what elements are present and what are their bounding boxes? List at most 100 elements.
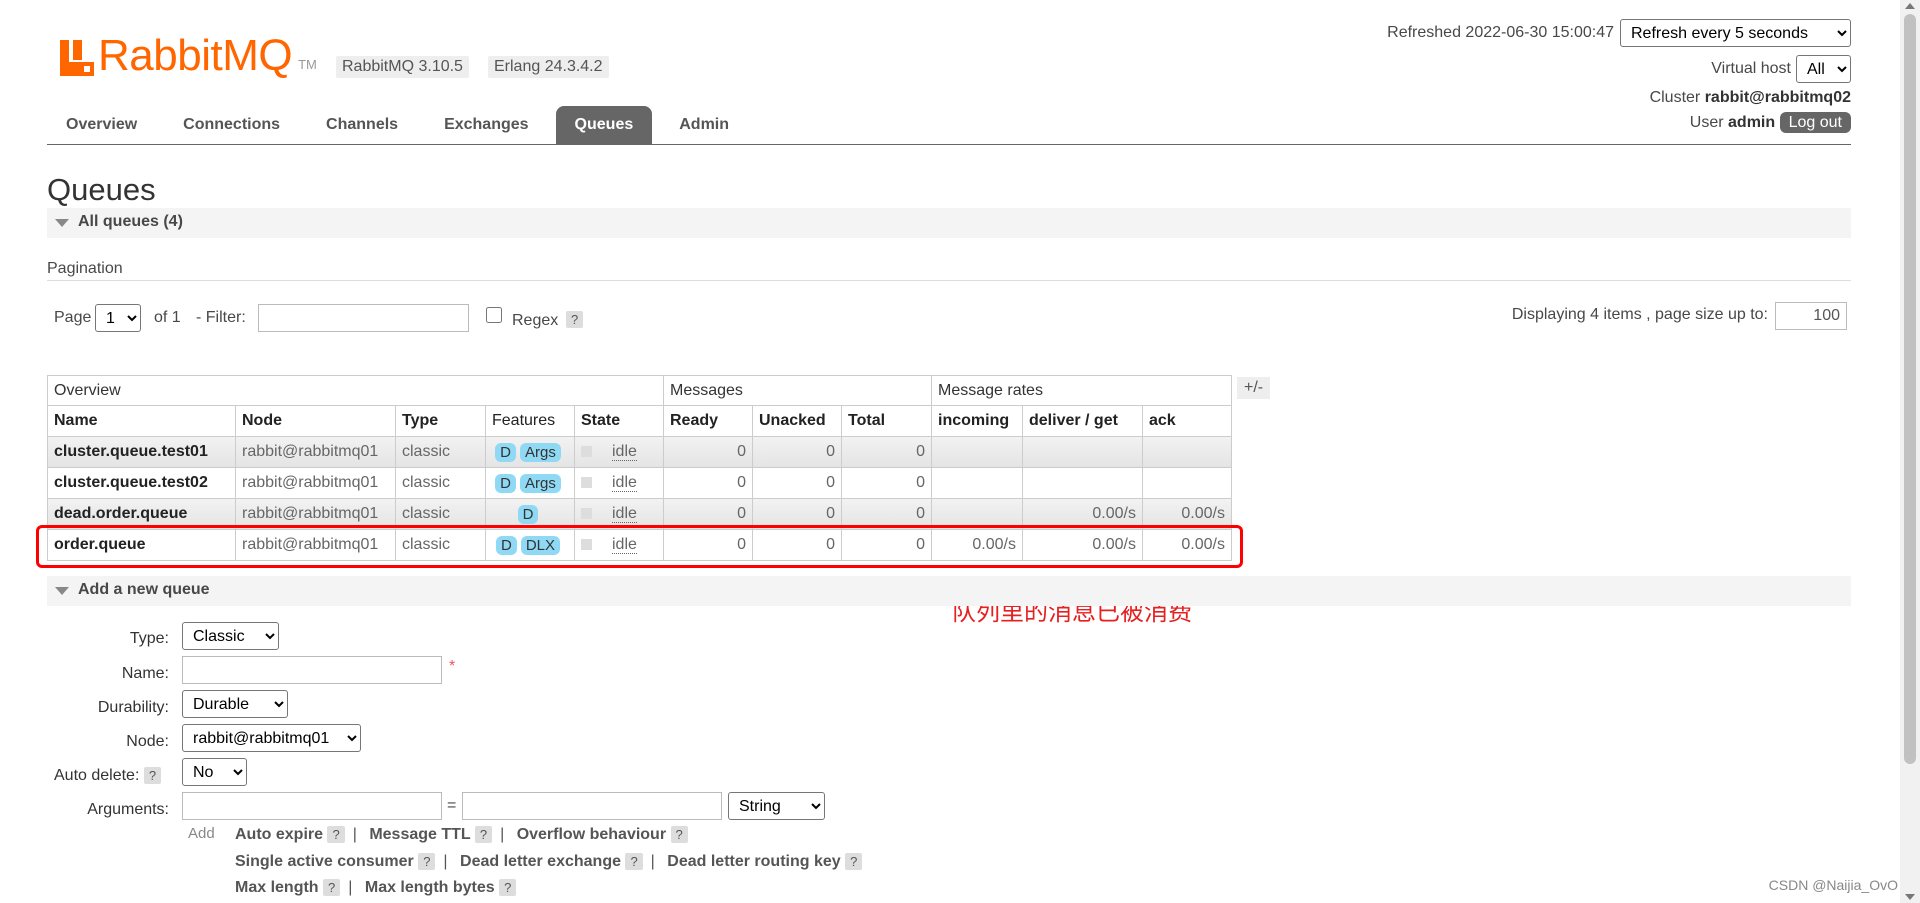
scrollbar-thumb[interactable]: [1904, 14, 1916, 764]
scroll-up-icon[interactable]: [1905, 3, 1915, 9]
rabbit-logo-icon: [60, 40, 94, 76]
column-toggle-button[interactable]: +/-: [1237, 377, 1271, 399]
regex-checkbox[interactable]: [486, 307, 502, 323]
arg-single-active-consumer-link[interactable]: Single active consumer: [235, 853, 414, 870]
pagination-divider: [47, 280, 1851, 281]
node-label: Node:: [126, 733, 169, 750]
argument-shortcuts-row-3: Max length ? | Max length bytes ?: [235, 879, 517, 897]
col-ready[interactable]: Ready: [663, 405, 753, 437]
state-indicator-icon: [581, 446, 592, 458]
scroll-down-icon[interactable]: [1905, 894, 1915, 900]
durability-select[interactable]: Durable: [182, 690, 288, 718]
arg-help-button[interactable]: ?: [418, 853, 436, 870]
refresh-interval-select[interactable]: Refresh every 5 seconds: [1620, 19, 1851, 47]
col-deliver-get[interactable]: deliver / get: [1022, 405, 1143, 437]
vertical-scrollbar[interactable]: [1900, 0, 1920, 903]
queue-type-select[interactable]: Classic: [182, 622, 279, 650]
table-row[interactable]: cluster.queue.test02 rabbit@rabbitmq01 c…: [47, 467, 1232, 499]
argument-shortcuts-row-1: Auto expire ? | Message TTL ? | Overflow b…: [235, 826, 688, 844]
tab-queues[interactable]: Queues: [555, 106, 653, 144]
arg-overflow-behaviour-link[interactable]: Overflow behaviour: [517, 826, 666, 843]
tab-overview[interactable]: Overview: [47, 106, 156, 144]
group-messages: Messages: [663, 375, 932, 406]
regex-help-button[interactable]: ?: [566, 311, 584, 328]
total-count: 0: [841, 436, 932, 468]
all-queues-section-header[interactable]: All queues (4): [47, 208, 1851, 238]
tab-admin[interactable]: Admin: [660, 106, 748, 144]
displaying-info: Displaying 4 items , page size up to:: [1511, 306, 1768, 323]
col-incoming[interactable]: incoming: [931, 405, 1023, 437]
col-ack[interactable]: ack: [1142, 405, 1232, 437]
add-queue-label: Add a new queue: [78, 581, 210, 598]
arg-help-button[interactable]: ?: [499, 879, 517, 896]
queue-features: D Args: [485, 436, 575, 468]
deliver-get-rate: [1022, 467, 1143, 499]
node-select[interactable]: rabbit@rabbitmq01: [182, 724, 361, 752]
arg-max-length-link[interactable]: Max length: [235, 879, 319, 896]
queue-state: idle: [574, 467, 664, 499]
argument-value-input[interactable]: [462, 792, 722, 820]
arg-help-button[interactable]: ?: [670, 826, 688, 843]
arg-message-ttl-link[interactable]: Message TTL: [369, 826, 470, 843]
add-queue-section-header[interactable]: Add a new queue: [47, 576, 1851, 606]
tab-channels[interactable]: Channels: [307, 106, 417, 144]
col-features: Features: [485, 405, 575, 437]
page-of-label: of 1: [154, 309, 181, 326]
filter-label: - Filter:: [196, 309, 246, 326]
auto-delete-help-button[interactable]: ?: [143, 767, 162, 784]
refreshed-timestamp: Refreshed 2022-06-30 15:00:47: [1387, 24, 1614, 41]
page-title: Queues: [47, 172, 156, 207]
arg-help-button[interactable]: ?: [323, 879, 341, 896]
col-name[interactable]: Name: [47, 405, 236, 437]
queue-name-input[interactable]: [182, 656, 442, 684]
all-queues-label: All queues (4): [78, 213, 183, 230]
group-message-rates: Message rates: [931, 375, 1232, 406]
ack-rate: [1142, 436, 1232, 468]
auto-delete-select[interactable]: No: [182, 758, 247, 786]
cluster-info: Cluster rabbit@rabbitmq02: [1650, 89, 1851, 107]
virtual-host-select[interactable]: All: [1796, 55, 1851, 83]
feature-badge: Args: [520, 442, 561, 462]
add-argument-button[interactable]: Add: [188, 825, 215, 842]
state-text: idle: [612, 443, 637, 461]
table-row[interactable]: cluster.queue.test01 rabbit@rabbitmq01 c…: [47, 436, 1232, 468]
arg-help-button[interactable]: ?: [845, 853, 863, 870]
rabbitmq-logo[interactable]: RabbitMQ TM: [60, 30, 317, 80]
nav-divider: [47, 144, 1851, 145]
queue-node: rabbit@rabbitmq01: [235, 467, 396, 499]
col-total[interactable]: Total: [841, 405, 932, 437]
name-label: Name:: [121, 665, 169, 682]
state-text: idle: [612, 505, 637, 523]
col-unacked[interactable]: Unacked: [752, 405, 842, 437]
arg-max-length-bytes-link[interactable]: Max length bytes: [365, 879, 495, 896]
unacked-count: 0: [752, 436, 842, 468]
arg-help-button[interactable]: ?: [327, 826, 345, 843]
refresh-bar: Refreshed 2022-06-30 15:00:47 Refresh ev…: [1387, 19, 1851, 47]
logout-button[interactable]: Log out: [1779, 112, 1851, 133]
argument-key-input[interactable]: [182, 792, 442, 820]
arg-help-button[interactable]: ?: [474, 826, 493, 843]
watermark: CSDN @Naijia_OvO: [1768, 877, 1898, 893]
col-type[interactable]: Type: [395, 405, 486, 437]
page-select[interactable]: 1: [95, 304, 141, 332]
arg-dead-letter-exchange-link[interactable]: Dead letter exchange: [460, 853, 621, 870]
user-name: admin: [1728, 114, 1776, 131]
arg-auto-expire-link[interactable]: Auto expire: [235, 826, 323, 843]
arguments-label: Arguments:: [87, 801, 169, 818]
arg-dead-letter-routing-key-link[interactable]: Dead letter routing key: [667, 853, 840, 870]
queue-name-link[interactable]: cluster.queue.test01: [47, 436, 236, 468]
unacked-count: 0: [752, 467, 842, 499]
argument-type-select[interactable]: String: [728, 792, 825, 820]
logo-text: RabbitMQ: [98, 31, 293, 80]
tab-exchanges[interactable]: Exchanges: [425, 106, 547, 144]
queue-name-link[interactable]: cluster.queue.test02: [47, 467, 236, 499]
collapse-triangle-icon: [55, 219, 69, 227]
col-node[interactable]: Node: [235, 405, 396, 437]
arg-help-button[interactable]: ?: [625, 853, 643, 870]
col-state[interactable]: State: [574, 405, 664, 437]
feature-badge: D: [517, 504, 539, 524]
queue-node: rabbit@rabbitmq01: [235, 436, 396, 468]
page-size-input[interactable]: [1775, 302, 1847, 330]
filter-input[interactable]: [258, 304, 469, 332]
tab-connections[interactable]: Connections: [164, 106, 299, 144]
